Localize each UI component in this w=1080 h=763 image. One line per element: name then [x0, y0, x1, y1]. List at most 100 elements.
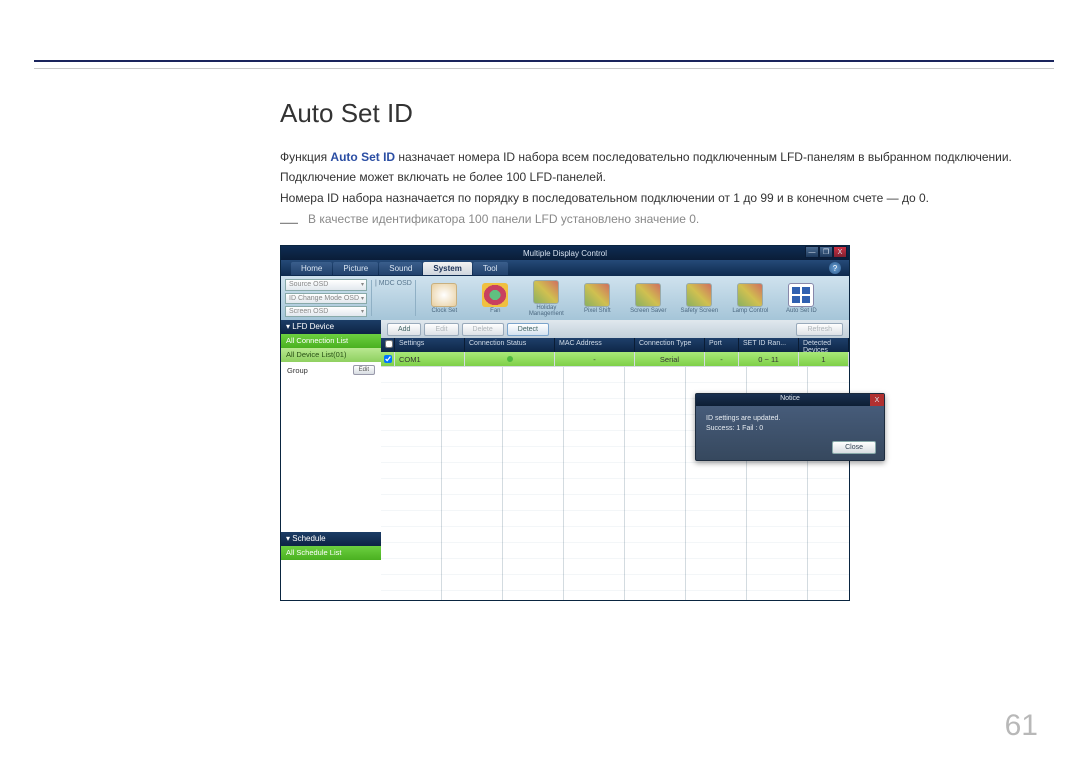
paragraph-3: Номера ID набора назначается по порядку … — [280, 188, 1040, 208]
sidebar: ▾ LFD Device All Connection List All Dev… — [281, 320, 381, 600]
sidebar-group-row: Group Edit — [281, 362, 381, 378]
group-label: Group — [287, 366, 308, 375]
sidebar-header-lfd[interactable]: ▾ LFD Device — [281, 320, 381, 334]
dialog-body: ID settings are updated. Success: 1 Fail… — [696, 406, 884, 437]
text: Функция — [280, 150, 330, 164]
label: Clock Set — [431, 308, 457, 314]
paragraph-2: Подключение может включать не более 100 … — [280, 167, 1040, 187]
dialog-title-text: Notice — [780, 395, 800, 402]
status-dot-icon — [507, 356, 513, 362]
th-connection-type[interactable]: Connection Type — [635, 338, 705, 352]
label: Fan — [490, 308, 500, 314]
th-set-id-range[interactable]: SET ID Ran... — [739, 338, 799, 352]
th-settings[interactable]: Settings — [395, 338, 465, 352]
notice-dialog: Notice X ID settings are updated. Succes… — [695, 393, 885, 461]
delete-button[interactable]: Delete — [462, 323, 504, 336]
safety-icon — [686, 283, 712, 307]
lamp-icon — [737, 283, 763, 307]
th-port[interactable]: Port — [705, 338, 739, 352]
cell-detected: 1 — [799, 352, 849, 366]
fan-icon — [482, 283, 508, 307]
screen-icon — [635, 283, 661, 307]
section-heading: Auto Set ID — [280, 98, 1040, 129]
tab-sound[interactable]: Sound — [379, 262, 422, 275]
table-header: Settings Connection Status MAC Address C… — [381, 338, 849, 352]
dialog-line1: ID settings are updated. — [706, 414, 874, 424]
window-maximize-button[interactable]: ❐ — [819, 246, 833, 258]
toolbar: Add Edit Delete Detect Refresh — [381, 320, 849, 338]
page-number: 61 — [1005, 709, 1038, 743]
mdc-osd-label: | MDC OSD — [372, 276, 415, 320]
ribbon-auto-set-id[interactable]: Auto Set ID — [779, 283, 824, 314]
refresh-button[interactable]: Refresh — [796, 323, 843, 336]
ribbon-pixel-shift[interactable]: Pixel Shift — [575, 283, 620, 314]
header-rule — [34, 60, 1054, 62]
help-button[interactable]: ? — [829, 262, 841, 274]
cell-type: Serial — [635, 352, 705, 366]
table-row[interactable]: COM1 - Serial - 0 ~ 11 1 — [381, 352, 849, 367]
th-mac-address[interactable]: MAC Address — [555, 338, 635, 352]
grid-icon — [788, 283, 814, 307]
dropdown-source-osd[interactable]: Source OSD — [285, 279, 367, 290]
page-content: Auto Set ID Функция Auto Set ID назначае… — [280, 98, 1040, 601]
label: Safety Screen — [680, 308, 718, 314]
label: Holiday Management — [524, 305, 569, 317]
paragraph-1: Функция Auto Set ID назначает номера ID … — [280, 147, 1040, 167]
row-checkbox[interactable] — [381, 352, 395, 366]
sidebar-all-device-list[interactable]: All Device List(01) — [281, 348, 381, 362]
th-checkbox[interactable] — [381, 338, 395, 352]
label: Screen Saver — [630, 308, 666, 314]
holiday-icon — [533, 280, 559, 304]
dialog-title: Notice X — [696, 394, 884, 406]
th-detected-devices[interactable]: Detected Devices — [799, 338, 849, 352]
dash-icon: ― — [280, 213, 298, 231]
screenshot-container: Multiple Display Control — ❐ X Home Pict… — [280, 245, 1040, 601]
window-titlebar: Multiple Display Control — ❐ X — [281, 246, 849, 260]
menubar: Home Picture Sound System Tool ? — [281, 260, 849, 276]
ribbon-dropdowns: Source OSD ID Change Mode OSD Screen OSD — [281, 276, 371, 320]
sidebar-all-schedule-list[interactable]: All Schedule List — [281, 546, 381, 560]
ribbon-holiday[interactable]: Holiday Management — [524, 280, 569, 317]
sidebar-all-connection-list[interactable]: All Connection List — [281, 334, 381, 348]
dialog-close-icon[interactable]: X — [870, 394, 884, 406]
th-connection-status[interactable]: Connection Status — [465, 338, 555, 352]
sidebar-fill — [281, 560, 381, 600]
edit-button[interactable]: Edit — [424, 323, 458, 336]
window-close-button[interactable]: X — [833, 246, 847, 258]
edit-button[interactable]: Edit — [353, 365, 375, 375]
dialog-footer: Close — [696, 437, 884, 460]
cell-mac: - — [555, 352, 635, 366]
dropdown-screen-osd[interactable]: Screen OSD — [285, 306, 367, 317]
note: ― В качестве идентификатора 100 панели L… — [280, 212, 1040, 231]
dialog-close-button[interactable]: Close — [832, 441, 876, 454]
ribbon-clock-set[interactable]: Clock Set — [422, 283, 467, 314]
ribbon-safety-screen[interactable]: Safety Screen — [677, 283, 722, 314]
text: назначает номера ID набора всем последов… — [395, 150, 1012, 164]
label: Lamp Control — [732, 308, 768, 314]
dropdown-id-change-mode[interactable]: ID Change Mode OSD — [285, 293, 367, 304]
cell-status — [465, 352, 555, 366]
tab-home[interactable]: Home — [291, 262, 332, 275]
label: Pixel Shift — [584, 308, 611, 314]
ribbon: Source OSD ID Change Mode OSD Screen OSD… — [281, 276, 849, 320]
tab-picture[interactable]: Picture — [333, 262, 378, 275]
clock-icon — [431, 283, 457, 307]
term-auto-set-id: Auto Set ID — [330, 150, 395, 164]
ribbon-screen-saver[interactable]: Screen Saver — [626, 283, 671, 314]
add-button[interactable]: Add — [387, 323, 421, 336]
ribbon-lamp-control[interactable]: Lamp Control — [728, 283, 773, 314]
cell-name: COM1 — [395, 352, 465, 366]
detect-button[interactable]: Detect — [507, 323, 549, 336]
window-title: Multiple Display Control — [523, 249, 607, 258]
tab-system[interactable]: System — [423, 262, 471, 275]
cell-sid: 0 ~ 11 — [739, 352, 799, 366]
window-minimize-button[interactable]: — — [805, 246, 819, 258]
sidebar-header-schedule[interactable]: ▾ Schedule — [281, 532, 381, 546]
tab-tool[interactable]: Tool — [473, 262, 508, 275]
sidebar-fill — [281, 378, 381, 532]
dialog-line2: Success: 1 Fail : 0 — [706, 424, 874, 434]
cell-port: - — [705, 352, 739, 366]
label: Auto Set ID — [786, 308, 817, 314]
note-text: В качестве идентификатора 100 панели LFD… — [308, 212, 699, 231]
ribbon-fan[interactable]: Fan — [473, 283, 518, 314]
